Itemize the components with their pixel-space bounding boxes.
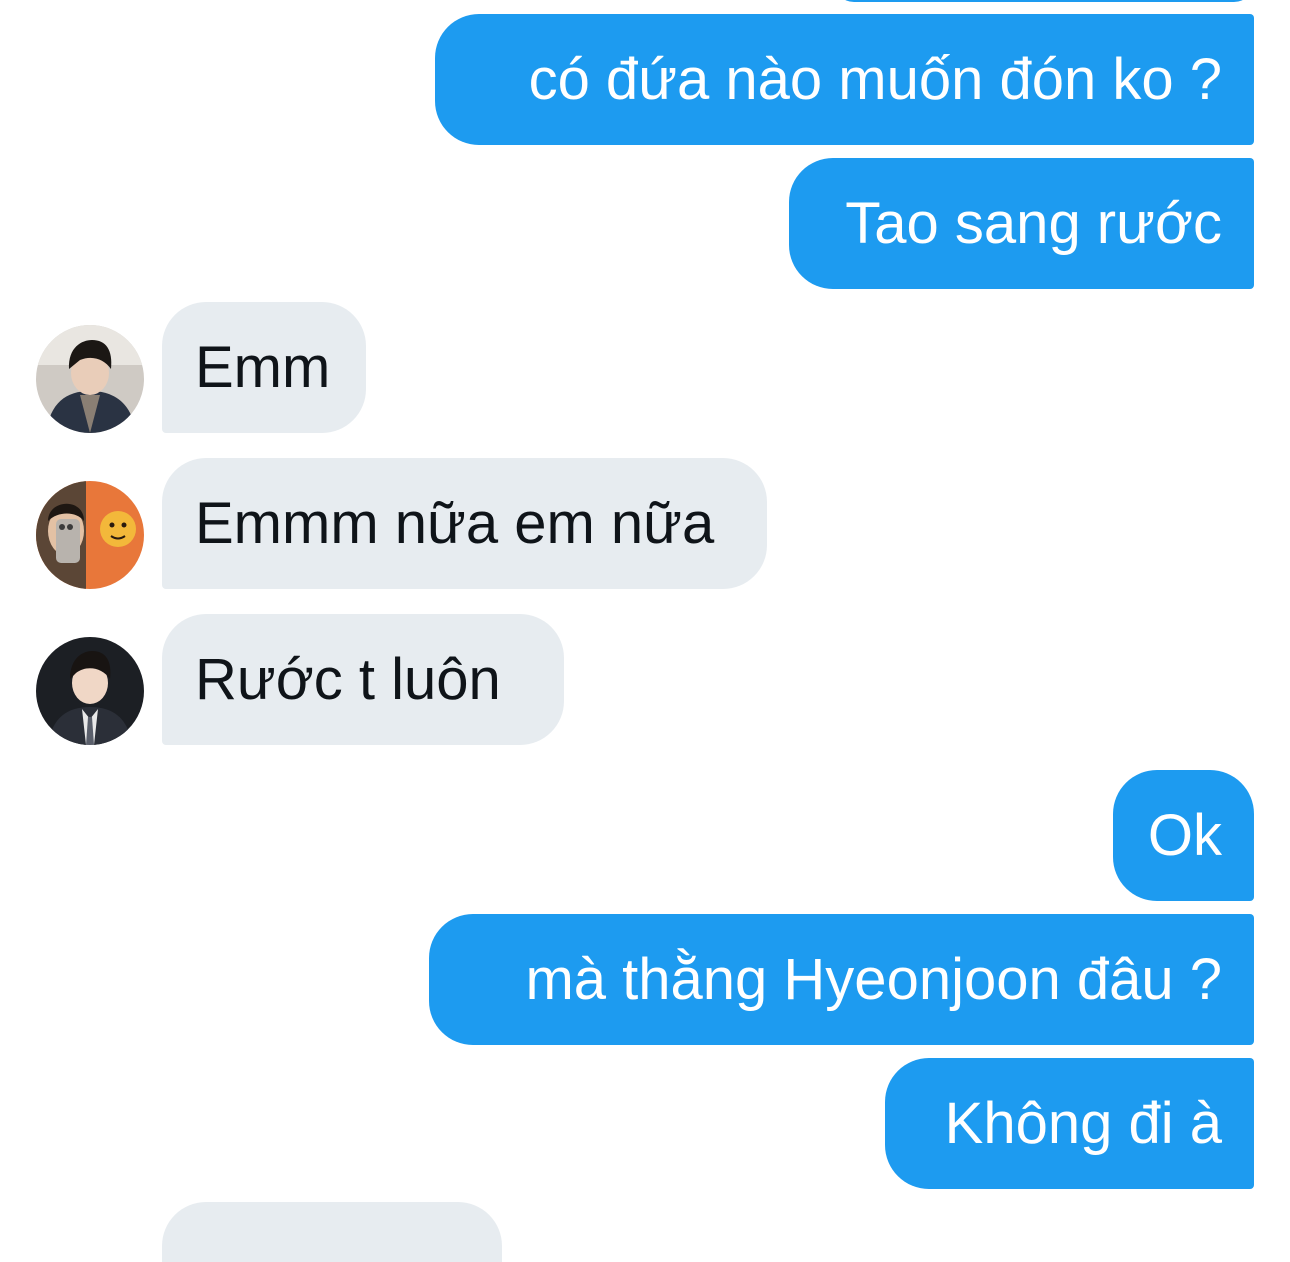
message-text: Ok xyxy=(1147,803,1222,868)
outgoing-message[interactable]: có đứa nào muốn đón ko ? xyxy=(435,14,1254,145)
incoming-message[interactable]: Emmm nữa em nữa xyxy=(162,458,767,589)
message-text: Không đi à xyxy=(944,1091,1222,1156)
user-avatar-icon xyxy=(36,481,144,589)
user-avatar-icon xyxy=(36,325,144,433)
avatar[interactable] xyxy=(36,325,144,433)
message-text: Tao sang rước xyxy=(845,191,1222,256)
outgoing-message[interactable]: Không đi à xyxy=(885,1058,1254,1189)
outgoing-message[interactable]: Ok xyxy=(1113,770,1254,901)
user-avatar-icon xyxy=(36,637,144,745)
message-text: Rước t luôn xyxy=(195,647,501,712)
message-text: Emm xyxy=(195,335,331,400)
outgoing-message[interactable]: mà thằng Hyeonjoon đâu ? xyxy=(429,914,1254,1045)
avatar[interactable] xyxy=(36,481,144,589)
message-text: mà thằng Hyeonjoon đâu ? xyxy=(525,947,1222,1012)
outgoing-message[interactable]: Tao sang rước xyxy=(789,158,1254,289)
message-text: Emmm nữa em nữa xyxy=(195,491,715,556)
message-text: có đứa nào muốn đón ko ? xyxy=(528,47,1222,112)
incoming-message[interactable]: Rước t luôn xyxy=(162,614,564,745)
avatar[interactable] xyxy=(36,637,144,745)
message-bubble-partial[interactable] xyxy=(834,0,1254,2)
message-bubble-partial[interactable] xyxy=(162,1202,502,1262)
incoming-message[interactable]: Emm xyxy=(162,302,366,433)
